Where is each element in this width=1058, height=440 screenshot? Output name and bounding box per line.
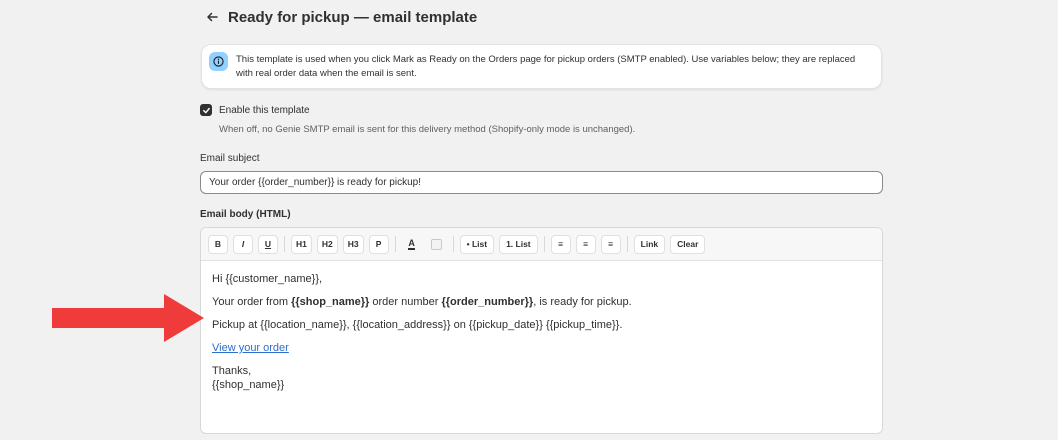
bold-button[interactable]: B [208,234,228,254]
editor-toolbar: B I U H1 H2 H3 P A • List 1. List ≡ ≡ ≡ … [201,228,882,261]
view-order-link[interactable]: View your order [212,342,289,354]
toolbar-divider [394,236,396,252]
align-left-button[interactable]: ≡ [550,234,571,254]
paragraph-button[interactable]: P [368,234,389,254]
info-banner: This template is used when you click Mar… [201,44,882,89]
email-body-label: Email body (HTML) [200,209,291,220]
line-text: order number [369,296,442,308]
link-button[interactable]: Link [633,234,666,254]
toolbar-divider [452,236,454,252]
heading3-button[interactable]: H3 [342,234,364,254]
view-order-paragraph: View your order [212,341,871,355]
heading2-button[interactable]: H2 [316,234,338,254]
back-button[interactable] [202,7,222,27]
align-right-button[interactable]: ≡ [600,234,621,254]
info-icon [209,52,228,71]
toolbar-divider [626,236,628,252]
underline-button[interactable]: U [258,234,278,254]
info-banner-text: This template is used when you click Mar… [236,54,856,79]
line-text: Your order from [212,296,292,308]
signature-line: {{shop_name}} [212,379,285,391]
enable-template-label[interactable]: Enable this template [219,105,310,116]
text-color-button[interactable]: A [402,235,422,254]
color-swatch-icon [431,238,443,250]
line-text: , is ready for pickup. [533,296,632,308]
page-header: Ready for pickup — email template [202,5,477,29]
annotation-arrow-icon [52,294,204,342]
text-color-icon: A [408,237,415,250]
email-subject-input[interactable] [200,171,883,194]
email-body-editor: B I U H1 H2 H3 P A • List 1. List ≡ ≡ ≡ … [200,227,883,434]
enable-template-row: Enable this template [200,104,310,116]
numbered-list-button[interactable]: 1. List [499,234,538,254]
editor-content[interactable]: Hi {{customer_name}}, Your order from {{… [201,261,882,392]
thanks-line: Thanks, [212,365,252,377]
pickup-details-line: Pickup at {{location_name}}, {{location_… [212,319,623,331]
heading1-button[interactable]: H1 [291,234,312,254]
highlight-color-button[interactable] [427,235,447,254]
clear-format-button[interactable]: Clear [670,234,706,254]
align-center-button[interactable]: ≡ [575,234,596,254]
email-subject-label: Email subject [200,153,260,164]
order-ready-line: Your order from {{shop_name}} order numb… [212,295,871,309]
enable-template-checkbox[interactable] [200,104,212,116]
toolbar-divider [543,236,545,252]
enable-template-help: When off, no Genie SMTP email is sent fo… [219,124,636,135]
underline-button-label: U [264,239,272,249]
bullet-list-button[interactable]: • List [459,234,495,254]
greeting-line: Hi {{customer_name}}, [212,273,323,285]
toolbar-divider [284,236,285,252]
italic-button[interactable]: I [233,234,253,254]
shop-name-variable: {{shop_name}} [291,296,370,308]
page-title: Ready for pickup — email template [228,8,478,26]
checkmark-icon [202,107,210,113]
order-number-variable: {{order_number}} [441,296,534,308]
arrow-left-icon [207,12,218,22]
